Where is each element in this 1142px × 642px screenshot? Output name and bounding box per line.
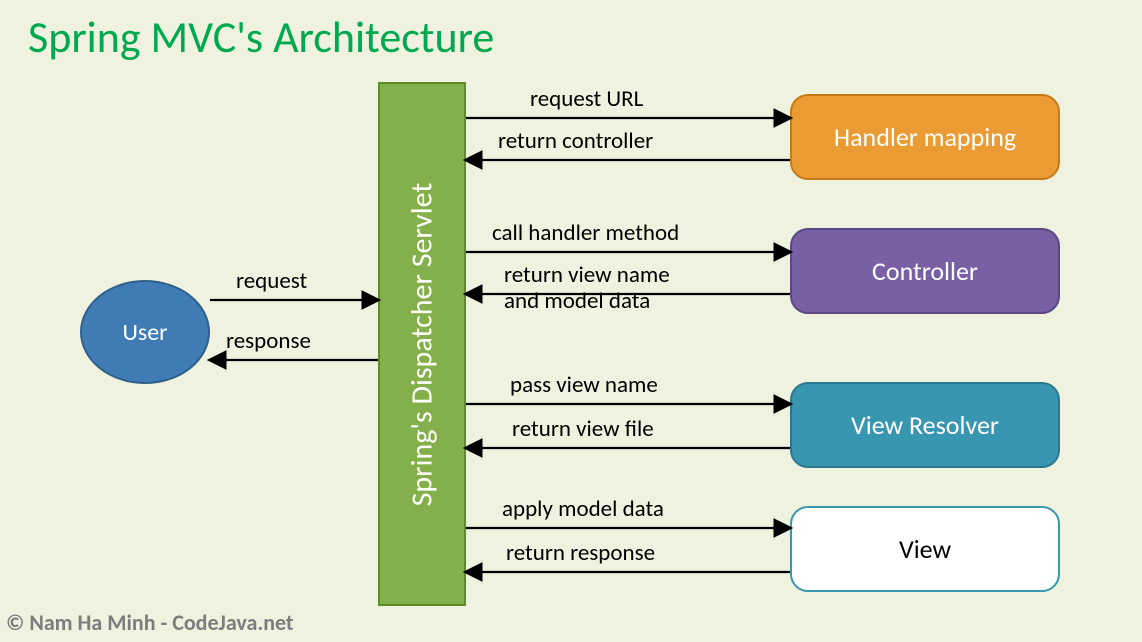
handler-mapping-node: Handler mapping <box>790 94 1060 180</box>
label-from-handler-mapping: return controller <box>498 128 653 154</box>
controller-label: Controller <box>872 255 978 287</box>
label-from-view: return response <box>506 540 655 566</box>
label-response: response <box>226 328 311 354</box>
handler-mapping-label: Handler mapping <box>834 121 1016 153</box>
copyright-text: © Nam Ha Minh - CodeJava.net <box>6 609 294 636</box>
label-to-controller: call handler method <box>492 220 679 246</box>
view-node: View <box>790 506 1060 592</box>
label-from-controller: return view name and model data <box>504 262 670 315</box>
diagram-title: Spring MVC's Architecture <box>28 10 494 64</box>
label-from-view-resolver: return view file <box>512 416 654 442</box>
label-to-view-resolver: pass view name <box>510 372 658 398</box>
controller-node: Controller <box>790 228 1060 314</box>
label-to-view: apply model data <box>502 496 664 522</box>
view-resolver-node: View Resolver <box>790 382 1060 468</box>
view-label: View <box>899 533 951 565</box>
user-node: User <box>80 280 210 384</box>
dispatcher-servlet-node: Spring's Dispatcher Servlet <box>378 82 466 606</box>
label-request: request <box>236 268 307 294</box>
user-node-label: User <box>122 318 167 347</box>
dispatcher-servlet-label: Spring's Dispatcher Servlet <box>404 182 441 506</box>
view-resolver-label: View Resolver <box>851 409 999 441</box>
label-to-handler-mapping: request URL <box>530 86 643 112</box>
